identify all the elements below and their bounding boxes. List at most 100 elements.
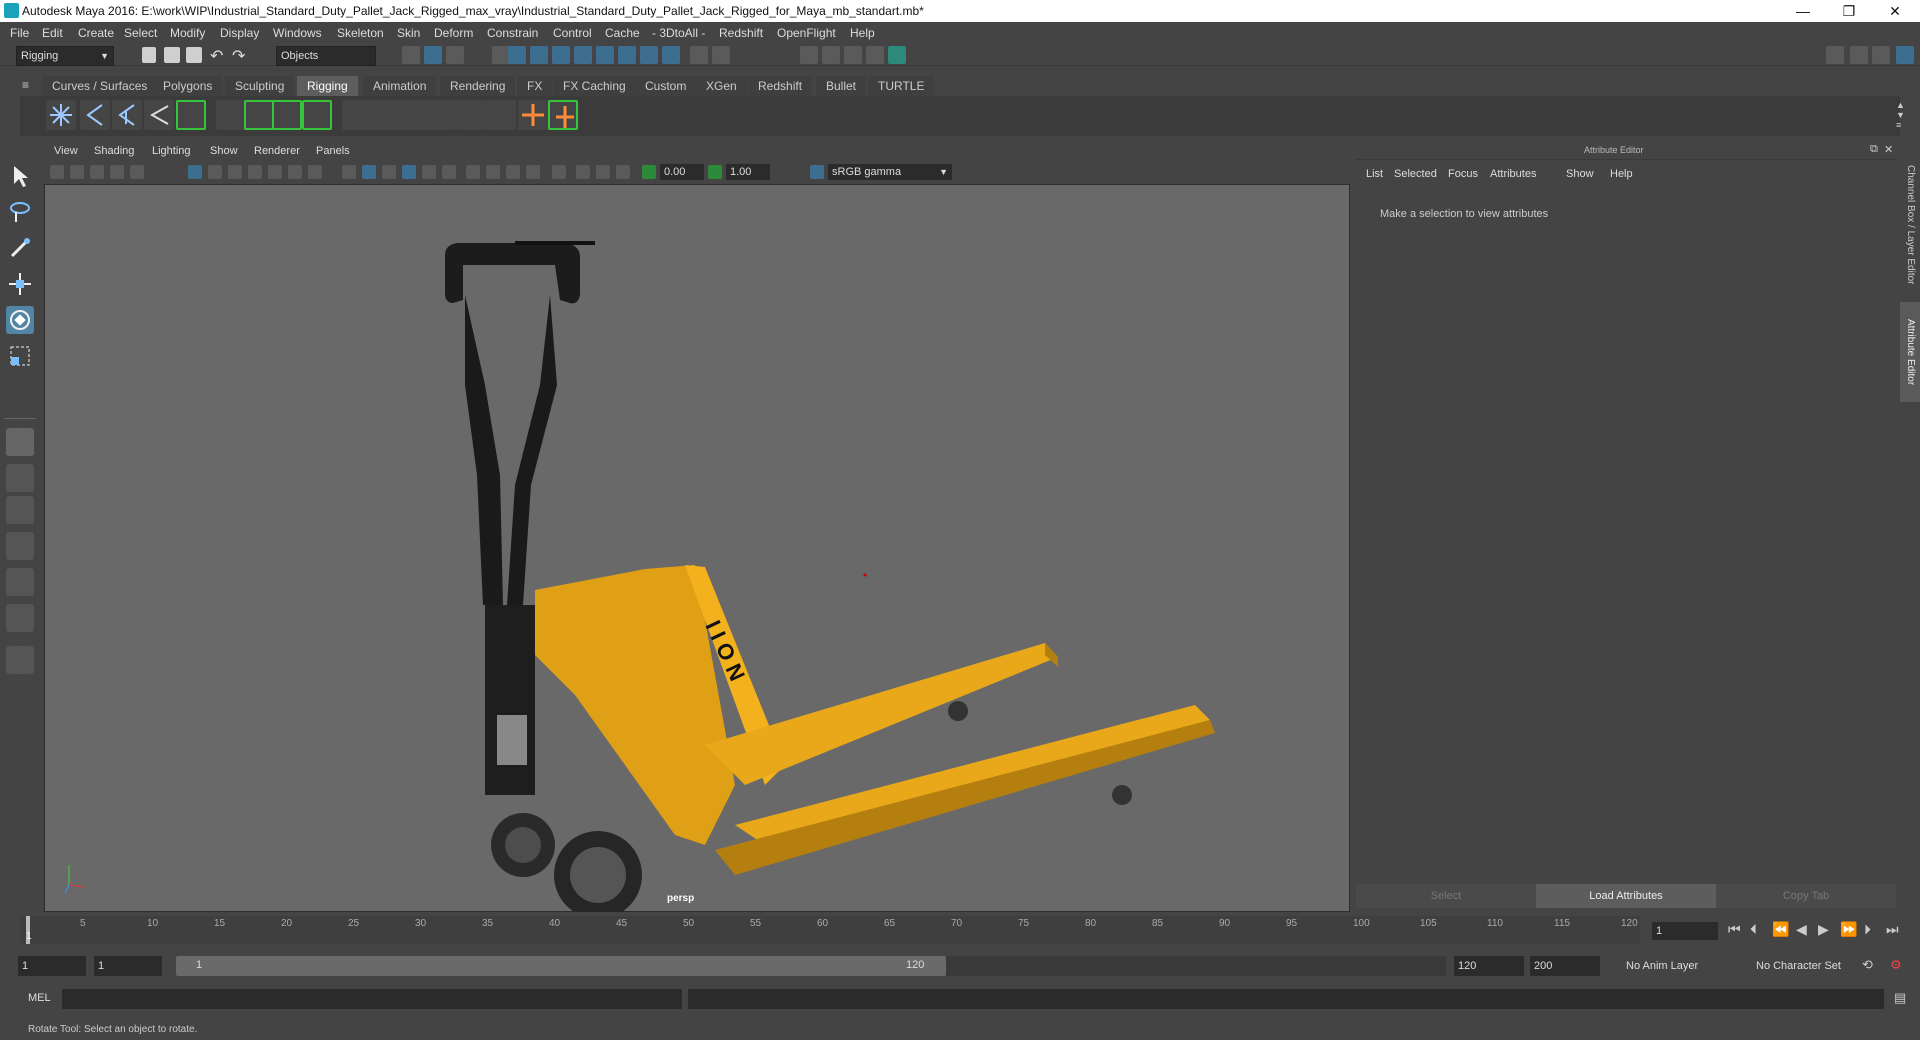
ik-handle-icon[interactable] [112,100,142,130]
undo-icon[interactable]: ↶ [210,46,223,66]
move-tool-icon[interactable] [6,270,34,298]
tab-rendering[interactable]: Rendering [440,76,516,96]
script-language-label[interactable]: MEL [28,992,51,1004]
auto-key-icon[interactable]: ⟲ [1862,957,1873,973]
tab-bullet[interactable]: Bullet [816,76,867,96]
smooth-shade-icon[interactable] [362,165,376,179]
vp-menu-show[interactable]: Show [210,145,238,157]
gamma-field[interactable]: 1.00 [726,164,770,180]
maximize-button[interactable]: ❐ [1826,0,1872,22]
xray-components-icon[interactable] [616,165,630,179]
orient-constraint-icon[interactable] [426,100,456,130]
snap-together-icon[interactable] [618,46,636,64]
select-object-icon[interactable] [424,46,442,64]
default-material-icon[interactable] [382,165,396,179]
construction-history-icon[interactable] [712,46,730,64]
step-back-key-icon[interactable]: ⏪ [1772,921,1789,938]
menu-redshift[interactable]: Redshift [719,26,763,40]
safe-action-icon[interactable] [288,165,302,179]
scale-tool-icon[interactable] [6,342,34,370]
camera-select-icon[interactable] [50,165,64,179]
custom-layout-icon[interactable] [6,646,34,674]
step-forward-icon[interactable]: ⏵ [1864,921,1871,938]
tool-settings-toggle-icon[interactable] [1872,46,1890,64]
resolution-gate-icon[interactable] [228,165,242,179]
anim-layer-dropdown[interactable]: No Anim Layer [1620,956,1740,976]
menu-edit[interactable]: Edit [42,26,63,40]
depth-of-field-icon[interactable] [526,165,540,179]
tab-fx[interactable]: FX [517,76,553,96]
cluster-icon[interactable] [244,100,274,130]
go-to-end-icon[interactable]: ⏭ [1886,921,1899,938]
save-scene-icon[interactable] [186,47,202,63]
animation-preferences-icon[interactable]: ⚙ [1890,957,1902,973]
snap-point-icon[interactable] [552,46,570,64]
lattice-icon[interactable] [216,100,246,130]
hypershade-icon[interactable] [888,46,906,64]
character-set-dropdown[interactable]: No Character Set [1750,956,1876,976]
vp-menu-shading[interactable]: Shading [94,145,134,157]
tab-xgen[interactable]: XGen [696,76,747,96]
tab-redshift[interactable]: Redshift [748,76,813,96]
single-perspective-layout-icon[interactable] [6,428,34,456]
symmetry-icon[interactable] [662,46,680,64]
menu-openflight[interactable]: OpenFlight [777,26,836,40]
play-backwards-icon[interactable]: ◀ [1796,921,1807,938]
playback-end-field[interactable]: 120 [1454,956,1524,976]
menu-select[interactable]: Select [124,26,157,40]
vp-menu-panels[interactable]: Panels [316,145,350,157]
menu-constrain[interactable]: Constrain [487,26,538,40]
parent-constraint-icon[interactable] [486,100,516,130]
snap-view-plane-icon[interactable] [574,46,592,64]
play-forwards-icon[interactable]: ▶ [1818,921,1829,938]
motion-blur-icon[interactable] [486,165,500,179]
view-transform-dropdown[interactable]: sRGB gamma ▼ [828,164,952,180]
select-tool-icon[interactable] [6,162,34,190]
select-button[interactable]: Select [1356,884,1536,908]
copy-tab-button[interactable]: Copy Tab [1716,884,1896,908]
wireframe-icon[interactable] [342,165,356,179]
menu-deform[interactable]: Deform [434,26,473,40]
tab-turtle[interactable]: TURTLE [868,76,935,96]
menu-cache[interactable]: Cache [605,26,640,40]
aim-constraint-icon[interactable] [398,100,428,130]
selection-mode-dropdown[interactable]: Objects [276,46,376,66]
use-lights-icon[interactable] [422,165,436,179]
tab-attribute-editor[interactable]: Attribute Editor [1900,302,1920,402]
tab-rigging[interactable]: Rigging [297,76,358,96]
image-plane-icon[interactable] [110,165,124,179]
menuset-dropdown[interactable]: Rigging ▼ [16,46,114,66]
locator-icon[interactable] [342,100,372,130]
four-view-layout-icon[interactable] [6,464,34,492]
menu-display[interactable]: Display [220,26,259,40]
shelf-menu-icon[interactable]: ≡ [22,78,34,92]
lasso-tool-icon[interactable] [6,198,34,226]
step-back-icon[interactable]: ⏴ [1750,921,1757,938]
vp-menu-view[interactable]: View [54,145,78,157]
ae-menu-list[interactable]: List [1366,168,1383,180]
lock-icon[interactable] [690,46,708,64]
ik-spline-icon[interactable] [144,100,174,130]
gate-mask-icon[interactable] [248,165,262,179]
minimize-button[interactable]: — [1780,0,1826,22]
wrap-icon[interactable] [272,100,302,130]
menu-control[interactable]: Control [553,26,592,40]
layout-toggle-icon[interactable] [1826,46,1844,64]
bind-skin-icon[interactable] [176,100,206,130]
scale-constraint-icon[interactable] [456,100,486,130]
persp-outliner-layout-icon[interactable] [6,496,34,524]
select-component-icon[interactable] [446,46,464,64]
snap-curve-icon[interactable] [530,46,548,64]
close-panel-icon[interactable]: ✕ [1884,143,1893,156]
ae-menu-attributes[interactable]: Attributes [1490,168,1536,180]
end-time-field[interactable]: 200 [1530,956,1600,976]
vp-menu-lighting[interactable]: Lighting [152,145,191,157]
playback-start-field[interactable]: 1 [94,956,162,976]
snap-grid-icon[interactable] [508,46,526,64]
redo-icon[interactable]: ↷ [232,46,245,66]
textured-icon[interactable] [402,165,416,179]
menu-modify[interactable]: Modify [170,26,205,40]
attribute-editor-toggle-icon[interactable] [1896,46,1914,64]
open-scene-icon[interactable] [164,47,180,63]
select-hierarchy-icon[interactable] [402,46,420,64]
